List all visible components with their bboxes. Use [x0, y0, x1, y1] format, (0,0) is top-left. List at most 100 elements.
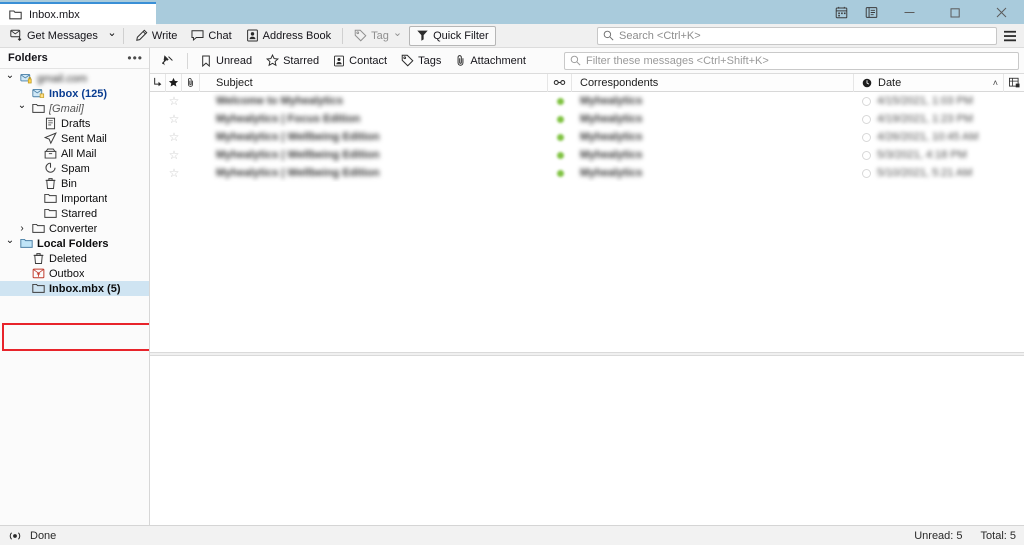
- contact-icon: [333, 55, 345, 67]
- address-book-label: Address Book: [262, 29, 332, 42]
- attachment-icon: [455, 54, 466, 67]
- folder-row-important[interactable]: Important: [0, 191, 149, 206]
- twisty-toggle-icon[interactable]: ⌄: [16, 100, 28, 111]
- message-row[interactable]: ☆ Welcome to Myhealytics Myhealytics 4/15/2…: [150, 92, 1024, 110]
- read-status-icon[interactable]: [862, 132, 871, 142]
- unread-icon: [200, 54, 212, 67]
- column-header-date[interactable]: Date ˄: [854, 73, 1004, 92]
- unread-dot-icon: [556, 133, 564, 141]
- folder-row-local-folders[interactable]: ⌄ Local Folders: [0, 235, 149, 251]
- star-toggle[interactable]: ☆: [166, 146, 182, 164]
- twisty-toggle-icon[interactable]: ⌄: [4, 70, 16, 81]
- folder-label: Inbox (125): [49, 87, 108, 100]
- column-header-correspondents[interactable]: Correspondents: [572, 73, 854, 92]
- folder-label: All Mail: [61, 147, 97, 160]
- minimize-button[interactable]: [886, 0, 932, 24]
- chevron-down-icon: ⌄: [392, 27, 403, 39]
- unread-indicator[interactable]: [548, 110, 572, 128]
- folder-row-deleted[interactable]: Deleted: [0, 251, 149, 266]
- unread-indicator[interactable]: [548, 146, 572, 164]
- calendar-icon[interactable]: [826, 0, 856, 24]
- maximize-button[interactable]: [932, 0, 978, 24]
- search-icon: [603, 30, 614, 41]
- column-picker-icon[interactable]: [1004, 74, 1024, 92]
- inbox-icon: [31, 87, 46, 100]
- message-row[interactable]: ☆ Myhealytics | Wellbeing Edition Myhealyt…: [150, 164, 1024, 182]
- tag-button[interactable]: Tag ⌄: [347, 26, 409, 46]
- star-toggle[interactable]: ☆: [166, 128, 182, 146]
- archive-icon: [43, 147, 58, 160]
- thread-cell: [150, 92, 166, 110]
- folder-row-spam[interactable]: Spam: [0, 161, 149, 176]
- date-text: 4/26/2021, 10:45 AM: [877, 131, 979, 143]
- chat-button[interactable]: Chat: [184, 26, 238, 46]
- tab-inbox-mbx[interactable]: Inbox.mbx: [0, 2, 156, 25]
- message-row[interactable]: ☆ Myhealytics | Focus Edition Myhealytics 4…: [150, 110, 1024, 128]
- folder-row-starred[interactable]: Starred: [0, 206, 149, 221]
- folder-row-drafts[interactable]: Drafts: [0, 116, 149, 131]
- folder-label: Spam: [61, 162, 90, 175]
- message-filter-input[interactable]: Filter these messages <Ctrl+Shift+K>: [564, 51, 1019, 70]
- folder-row-gmail-com[interactable]: ⌄ gmail.com: [0, 70, 149, 86]
- correspondent-text: Myhealytics: [580, 95, 643, 107]
- unread-indicator[interactable]: [548, 128, 572, 146]
- correspondent-text: Myhealytics: [580, 167, 643, 179]
- app-menu-button[interactable]: [999, 26, 1021, 46]
- filter-unread-button[interactable]: Unread: [193, 51, 259, 71]
- folder-row-converter[interactable]: › Converter: [0, 221, 149, 236]
- thread-cell: [150, 128, 166, 146]
- quick-filter-pin-button[interactable]: [155, 51, 182, 71]
- column-header-thread[interactable]: [150, 73, 166, 92]
- star-toggle[interactable]: ☆: [166, 164, 182, 182]
- folder-row-all-mail[interactable]: All Mail: [0, 146, 149, 161]
- folder-row-outbox[interactable]: Outbox: [0, 266, 149, 281]
- search-input[interactable]: Search <Ctrl+K>: [597, 26, 997, 45]
- read-status-icon[interactable]: [862, 168, 871, 178]
- unread-dot-icon: [556, 151, 564, 159]
- star-toggle[interactable]: ☆: [166, 110, 182, 128]
- filter-tags-button[interactable]: Tags: [394, 51, 448, 71]
- outbox-icon: [31, 267, 46, 280]
- folder-row-inbox-mbx-5[interactable]: Inbox.mbx (5): [0, 281, 149, 296]
- write-button[interactable]: Write: [128, 26, 184, 46]
- folder-row-inbox-125[interactable]: Inbox (125): [0, 86, 149, 101]
- quick-filter-separator: [187, 52, 188, 69]
- folder-row-gmail[interactable]: ⌄ [Gmail]: [0, 100, 149, 116]
- column-header-unread[interactable]: [548, 73, 572, 92]
- folder-row-bin[interactable]: Bin: [0, 176, 149, 191]
- filter-attachment-label: Attachment: [470, 54, 526, 67]
- close-button[interactable]: [978, 0, 1024, 24]
- get-messages-dropdown[interactable]: ⌄: [105, 26, 119, 46]
- message-list[interactable]: ☆ Welcome to Myhealytics Myhealytics 4/15/2…: [150, 92, 1024, 352]
- read-status-icon[interactable]: [862, 114, 871, 124]
- tab-label: Inbox.mbx: [29, 8, 80, 21]
- folder-pane-options-button[interactable]: •••: [127, 52, 143, 64]
- message-row[interactable]: ☆ Myhealytics | Wellbeing Edition Myhealyt…: [150, 146, 1024, 164]
- filter-attachment-button[interactable]: Attachment: [448, 51, 533, 71]
- twisty-toggle-icon[interactable]: ⌄: [4, 235, 16, 246]
- column-header-star[interactable]: [166, 73, 182, 92]
- folder-row-sent-mail[interactable]: Sent Mail: [0, 131, 149, 146]
- unread-indicator[interactable]: [548, 92, 572, 110]
- folder-label: Drafts: [61, 117, 91, 130]
- folder-icon: [31, 222, 46, 235]
- filter-starred-button[interactable]: Starred: [259, 51, 326, 71]
- column-header-attachment[interactable]: [182, 73, 200, 92]
- correspondent-text: Myhealytics: [580, 131, 643, 143]
- message-row[interactable]: ☆ Myhealytics | Wellbeing Edition Myhealyt…: [150, 128, 1024, 146]
- quick-filter-button[interactable]: Quick Filter: [409, 25, 496, 46]
- filter-contact-button[interactable]: Contact: [326, 51, 394, 71]
- unread-indicator[interactable]: [548, 164, 572, 182]
- star-toggle[interactable]: ☆: [166, 92, 182, 110]
- read-status-icon[interactable]: [862, 96, 871, 106]
- get-messages-button[interactable]: Get Messages: [3, 26, 105, 46]
- read-status-icon[interactable]: [862, 150, 871, 160]
- correspondent-cell: Myhealytics: [572, 128, 854, 146]
- address-book-button[interactable]: Address Book: [239, 26, 338, 46]
- date-cell: 4/26/2021, 10:45 AM: [854, 128, 1004, 146]
- column-header-subject[interactable]: Subject: [200, 73, 548, 92]
- folder-icon: [31, 102, 46, 115]
- tasks-icon[interactable]: [856, 0, 886, 24]
- folder-icon: [43, 207, 58, 220]
- twisty-toggle-icon[interactable]: ›: [16, 223, 28, 234]
